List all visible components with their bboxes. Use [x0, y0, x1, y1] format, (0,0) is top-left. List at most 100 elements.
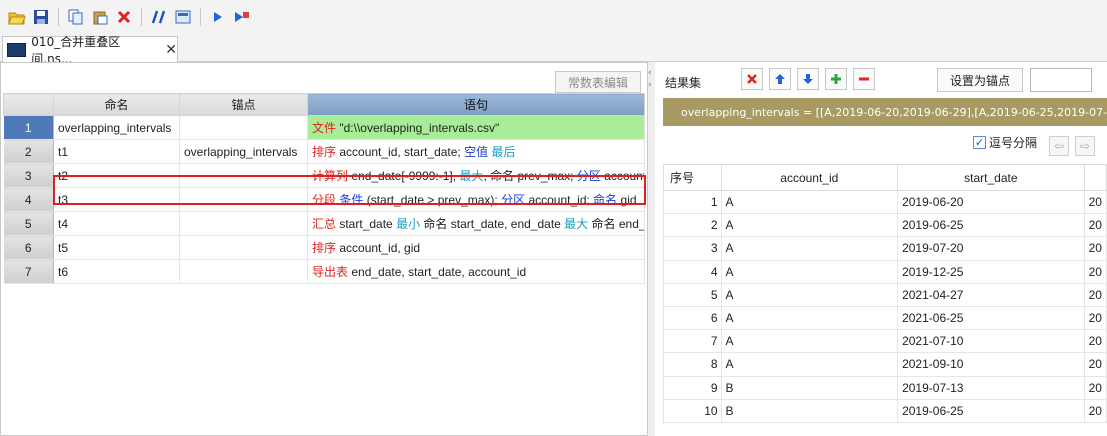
result-cell[interactable]: A	[720, 305, 899, 331]
name-column-header[interactable]: 命名	[53, 93, 180, 116]
add-button[interactable]	[825, 68, 847, 90]
result-cell[interactable]: 3	[663, 236, 722, 261]
result-cell[interactable]: 10	[663, 398, 722, 423]
result-column-header[interactable]	[1083, 164, 1107, 191]
remove-result-button[interactable]	[741, 68, 763, 90]
row-number[interactable]: 3	[3, 163, 54, 188]
result-cell[interactable]: 20	[1083, 213, 1107, 238]
remove-button[interactable]	[853, 68, 875, 90]
result-variable-bar[interactable]: overlapping_intervals = [[A,2019-06-20,2…	[663, 98, 1107, 126]
comment-icon[interactable]	[148, 6, 170, 28]
result-cell[interactable]: 2019-06-25	[897, 213, 1085, 238]
result-row[interactable]: 9 B 2019-07-13 20	[663, 375, 1107, 400]
result-row[interactable]: 2 A 2019-06-25 20	[663, 213, 1107, 238]
result-cell[interactable]: 2019-06-20	[897, 189, 1085, 215]
statement-cell[interactable]: 汇总 start_date 最小 命名 start_date, end_date…	[307, 211, 645, 236]
comma-checkbox[interactable]: ✓	[973, 136, 986, 149]
result-cell[interactable]: 5	[663, 282, 722, 307]
row-number[interactable]: 1	[3, 115, 54, 140]
result-row[interactable]: 1 A 2019-06-20 20	[663, 189, 1107, 215]
collapse-right-icon[interactable]: ›	[648, 80, 652, 90]
result-cell[interactable]: 2019-07-13	[897, 375, 1085, 400]
result-cell[interactable]: 20	[1083, 398, 1107, 423]
result-cell[interactable]: 20	[1083, 189, 1107, 215]
name-cell[interactable]: overlapping_intervals	[53, 115, 180, 140]
result-cell[interactable]: 20	[1083, 305, 1107, 331]
name-cell[interactable]: t1	[53, 139, 180, 164]
result-row[interactable]: 4 A 2019-12-25 20	[663, 259, 1107, 284]
const-table-edit-button[interactable]: 常数表编辑	[555, 71, 641, 93]
result-row[interactable]: 3 A 2019-07-20 20	[663, 236, 1107, 261]
collapse-left-icon[interactable]: ‹	[648, 68, 652, 78]
result-cell[interactable]: 20	[1083, 375, 1107, 400]
run-icon[interactable]	[207, 6, 229, 28]
row-number[interactable]: 2	[3, 139, 54, 164]
result-row[interactable]: 6 A 2021-06-25 20	[663, 305, 1107, 331]
result-cell[interactable]: 8	[663, 352, 722, 377]
result-cell[interactable]: A	[720, 282, 899, 307]
result-cell[interactable]: 7	[663, 329, 722, 354]
open-icon[interactable]	[6, 6, 28, 28]
script-row[interactable]: 7 t6 导出表 end_date, start_date, account_id	[3, 259, 645, 284]
save-icon[interactable]	[30, 6, 52, 28]
anchor-input[interactable]	[1030, 68, 1092, 92]
delete-icon[interactable]	[113, 6, 135, 28]
row-number[interactable]: 7	[3, 259, 54, 284]
result-row[interactable]: 5 A 2021-04-27 20	[663, 282, 1107, 307]
anchor-column-header[interactable]: 锚点	[179, 93, 308, 116]
result-row[interactable]: 10 B 2019-06-25 20	[663, 398, 1107, 423]
result-row[interactable]: 8 A 2021-09-10 20	[663, 352, 1107, 377]
result-cell[interactable]: A	[720, 329, 899, 354]
result-cell[interactable]: 2021-07-10	[897, 329, 1085, 354]
name-cell[interactable]: t3	[53, 187, 180, 212]
result-cell[interactable]: 2021-09-10	[897, 352, 1085, 377]
result-cell[interactable]: 20	[1083, 236, 1107, 261]
result-cell[interactable]: 2021-06-25	[897, 305, 1085, 331]
statement-cell[interactable]: 排序 account_id, start_date; 空值 最后	[307, 139, 645, 164]
name-cell[interactable]: t6	[53, 259, 180, 284]
anchor-cell[interactable]	[179, 259, 308, 284]
statement-cell[interactable]: 导出表 end_date, start_date, account_id	[307, 259, 645, 284]
statement-cell[interactable]: 计算列 end_date[-9999:-1], 最大, 命名 prev_max;…	[307, 163, 645, 188]
result-cell[interactable]: 2019-07-20	[897, 236, 1085, 261]
paste-icon[interactable]	[89, 6, 111, 28]
previous-arrow-icon[interactable]: ⇦	[1049, 136, 1069, 156]
result-cell[interactable]: B	[720, 398, 899, 423]
name-cell[interactable]: t5	[53, 235, 180, 260]
result-cell[interactable]: 1	[663, 189, 722, 215]
debug-icon[interactable]	[231, 6, 253, 28]
tab-script[interactable]: 010_合并重叠区间.ns... ✕	[2, 35, 178, 66]
anchor-cell[interactable]	[179, 163, 308, 188]
name-cell[interactable]: t2	[53, 163, 180, 188]
script-row[interactable]: 4 t3 分段 条件 (start_date > prev_max); 分区 acc…	[3, 187, 645, 212]
set-anchor-button[interactable]: 设置为锚点	[937, 68, 1023, 92]
script-row[interactable]: 1 overlapping_intervals 文件 "d:\\overlappin…	[3, 115, 645, 140]
row-number[interactable]: 6	[3, 235, 54, 260]
statement-cell[interactable]: 分段 条件 (start_date > prev_max); 分区 accoun…	[307, 187, 645, 212]
result-cell[interactable]: 2019-06-25	[897, 398, 1085, 423]
anchor-cell[interactable]: overlapping_intervals	[179, 139, 308, 164]
result-cell[interactable]: 2019-12-25	[897, 259, 1085, 284]
row-number[interactable]: 5	[3, 211, 54, 236]
result-column-header[interactable]: 序号	[663, 164, 722, 191]
result-cell[interactable]: 4	[663, 259, 722, 284]
result-column-header[interactable]: start_date	[897, 164, 1085, 191]
result-cell[interactable]: 20	[1083, 329, 1107, 354]
result-cell[interactable]: A	[720, 189, 899, 215]
result-cell[interactable]: A	[720, 213, 899, 238]
script-row[interactable]: 2 t1 overlapping_intervals 排序 account_id, s…	[3, 139, 645, 164]
result-cell[interactable]: 6	[663, 305, 722, 331]
move-up-button[interactable]	[769, 68, 791, 90]
move-down-button[interactable]	[797, 68, 819, 90]
panel-splitter[interactable]: ‹ ›	[648, 62, 655, 436]
result-cell[interactable]: A	[720, 352, 899, 377]
anchor-cell[interactable]	[179, 235, 308, 260]
comma-separated-option[interactable]: ✓ 逗号分隔	[973, 134, 1037, 151]
calc-icon[interactable]	[172, 6, 194, 28]
result-cell[interactable]: 20	[1083, 352, 1107, 377]
result-cell[interactable]: 20	[1083, 282, 1107, 307]
result-cell[interactable]: A	[720, 236, 899, 261]
anchor-cell[interactable]	[179, 211, 308, 236]
row-number[interactable]: 4	[3, 187, 54, 212]
result-column-header[interactable]: account_id	[720, 164, 899, 191]
